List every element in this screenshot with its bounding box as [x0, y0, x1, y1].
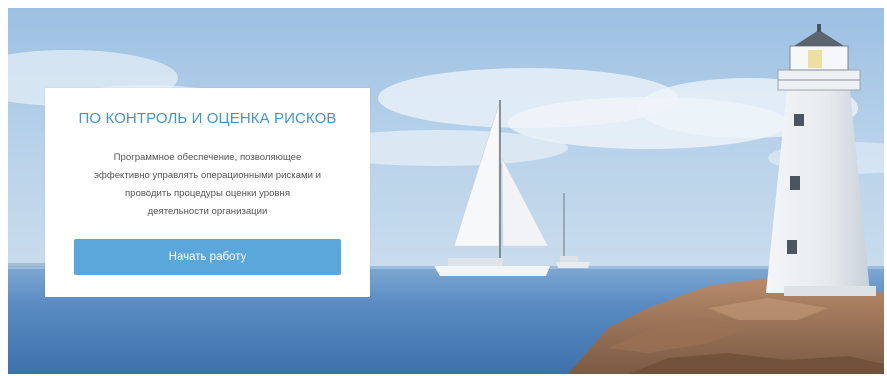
hero-card: ПО КОНТРОЛЬ И ОЦЕНКА РИСКОВ Программное … [45, 88, 370, 297]
hero-description-line: Программное обеспечение, позволяющее [113, 152, 302, 163]
hero-description-line: проводить процедуры оценки уровня [124, 188, 291, 199]
hero-description: Программное обеспечение, позволяющее эфф… [63, 149, 353, 221]
start-work-button[interactable]: Начать работу [74, 239, 341, 275]
hero-banner: ПО КОНТРОЛЬ И ОЦЕНКА РИСКОВ Программное … [8, 8, 884, 374]
hero-description-line: эффективно управлять операционными риска… [94, 170, 321, 181]
hero-description-line: деятельности организации [147, 206, 268, 217]
page-frame: ПО КОНТРОЛЬ И ОЦЕНКА РИСКОВ Программное … [0, 0, 887, 376]
hero-title: ПО КОНТРОЛЬ И ОЦЕНКА РИСКОВ [78, 110, 337, 127]
